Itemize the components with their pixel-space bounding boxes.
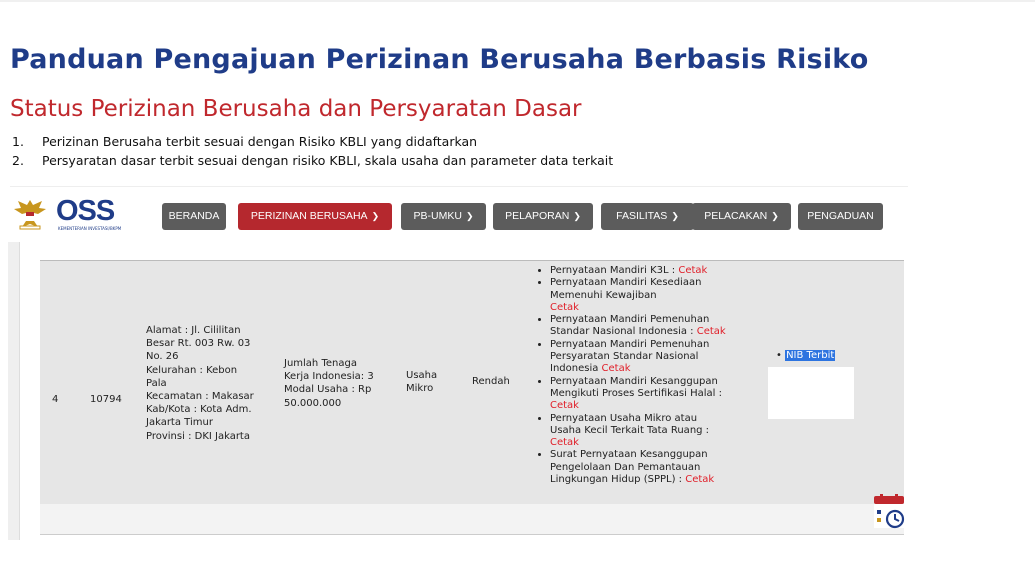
cetak-link[interactable]: Cetak [685, 474, 714, 485]
chevron-down-icon: ❯ [771, 211, 779, 221]
requirements-cell: Pernyataan Mandiri K3L : Cetak Pernyataa… [536, 265, 760, 486]
cetak-link[interactable]: Cetak [697, 326, 726, 337]
nav-pengaduan[interactable]: PENGADUAN [798, 203, 883, 230]
list-item: Pernyataan Usaha Mikro atauUsaha Kecil T… [550, 413, 760, 450]
garuda-emblem-icon [14, 200, 46, 230]
nav-beranda[interactable]: BERANDA [162, 203, 226, 230]
table-row: 4 10794 Alamat : Jl. Cililitan Besar Rt. … [40, 260, 904, 505]
list-item: 1. Perizinan Berusaha terbit sesuai denga… [12, 134, 478, 149]
chevron-down-icon: ❯ [465, 211, 474, 221]
risk-level-cell: Rendah [472, 376, 510, 387]
chevron-down-icon: ❯ [671, 211, 679, 221]
cetak-link[interactable]: Cetak [550, 400, 579, 411]
list-item: Surat Pernyataan KesanggupanPengelolaan … [550, 449, 760, 486]
nib-cell: • NIB Terbit [776, 350, 836, 361]
chevron-down-icon: ❯ [573, 211, 581, 221]
section-subtitle: Status Perizinan Berusaha dan Persyarata… [10, 96, 582, 122]
nav-pelaporan[interactable]: PELAPORAN ❯ [493, 203, 593, 230]
calendar-clock-icon[interactable] [873, 494, 905, 530]
workforce-capital-cell: Jumlah Tenaga Kerja Indonesia: 3 Modal Us… [284, 358, 374, 409]
cetak-link[interactable]: Cetak [602, 363, 631, 374]
nib-box [768, 367, 854, 419]
row-number: 4 [52, 394, 59, 405]
oss-logo-subtitle: KEMENTERIAN INVESTASI/BKPM [58, 226, 122, 231]
nav-fasilitas[interactable]: FASILITAS ❯ [601, 203, 694, 230]
nav-pb-umku[interactable]: PB-UMKU ❯ [401, 203, 486, 230]
page-title: Panduan Pengajuan Perizinan Berusaha Ber… [10, 44, 869, 75]
address-cell: Alamat : Jl. Cililitan Besar Rt. 003 Rw. … [146, 325, 254, 442]
list-item: 2. Persyaratan dasar terbit sesuai dengan… [12, 153, 614, 168]
chevron-down-icon: ❯ [371, 211, 380, 221]
business-scale-cell: Usaha Mikro [406, 370, 438, 395]
table-row [40, 504, 904, 535]
list-item: Pernyataan Mandiri PemenuhanStandar Nasi… [550, 314, 760, 339]
points-list: 1. Perizinan Berusaha terbit sesuai denga… [12, 132, 613, 170]
list-item: Pernyataan Mandiri K3L : Cetak [550, 265, 760, 277]
permit-table: 4 10794 Alamat : Jl. Cililitan Besar Rt. … [8, 242, 907, 540]
top-divider [0, 0, 1035, 2]
cetak-link[interactable]: Cetak [678, 265, 707, 276]
nav-perizinan-berusaha[interactable]: PERIZINAN BERUSAHA ❯ [238, 203, 392, 230]
nib-terbit-link[interactable]: NIB Terbit [785, 350, 836, 361]
nav-pelacakan[interactable]: PELACAKAN ❯ [692, 203, 791, 230]
list-item: Pernyataan Mandiri PemenuhanPersyaratan … [550, 339, 760, 376]
table-left-bar [8, 242, 20, 540]
cetak-link[interactable]: Cetak [550, 302, 579, 313]
oss-navbar: OSS KEMENTERIAN INVESTASI/BKPM BERANDA P… [10, 186, 908, 243]
cetak-link[interactable]: Cetak [550, 437, 579, 448]
oss-logo[interactable]: OSS [56, 195, 115, 228]
row-id: 10794 [90, 394, 122, 405]
list-item: Pernyataan Mandiri KesediaanMemenuhi Kew… [550, 277, 760, 314]
list-item: Pernyataan Mandiri KesanggupanMengikuti … [550, 376, 760, 413]
